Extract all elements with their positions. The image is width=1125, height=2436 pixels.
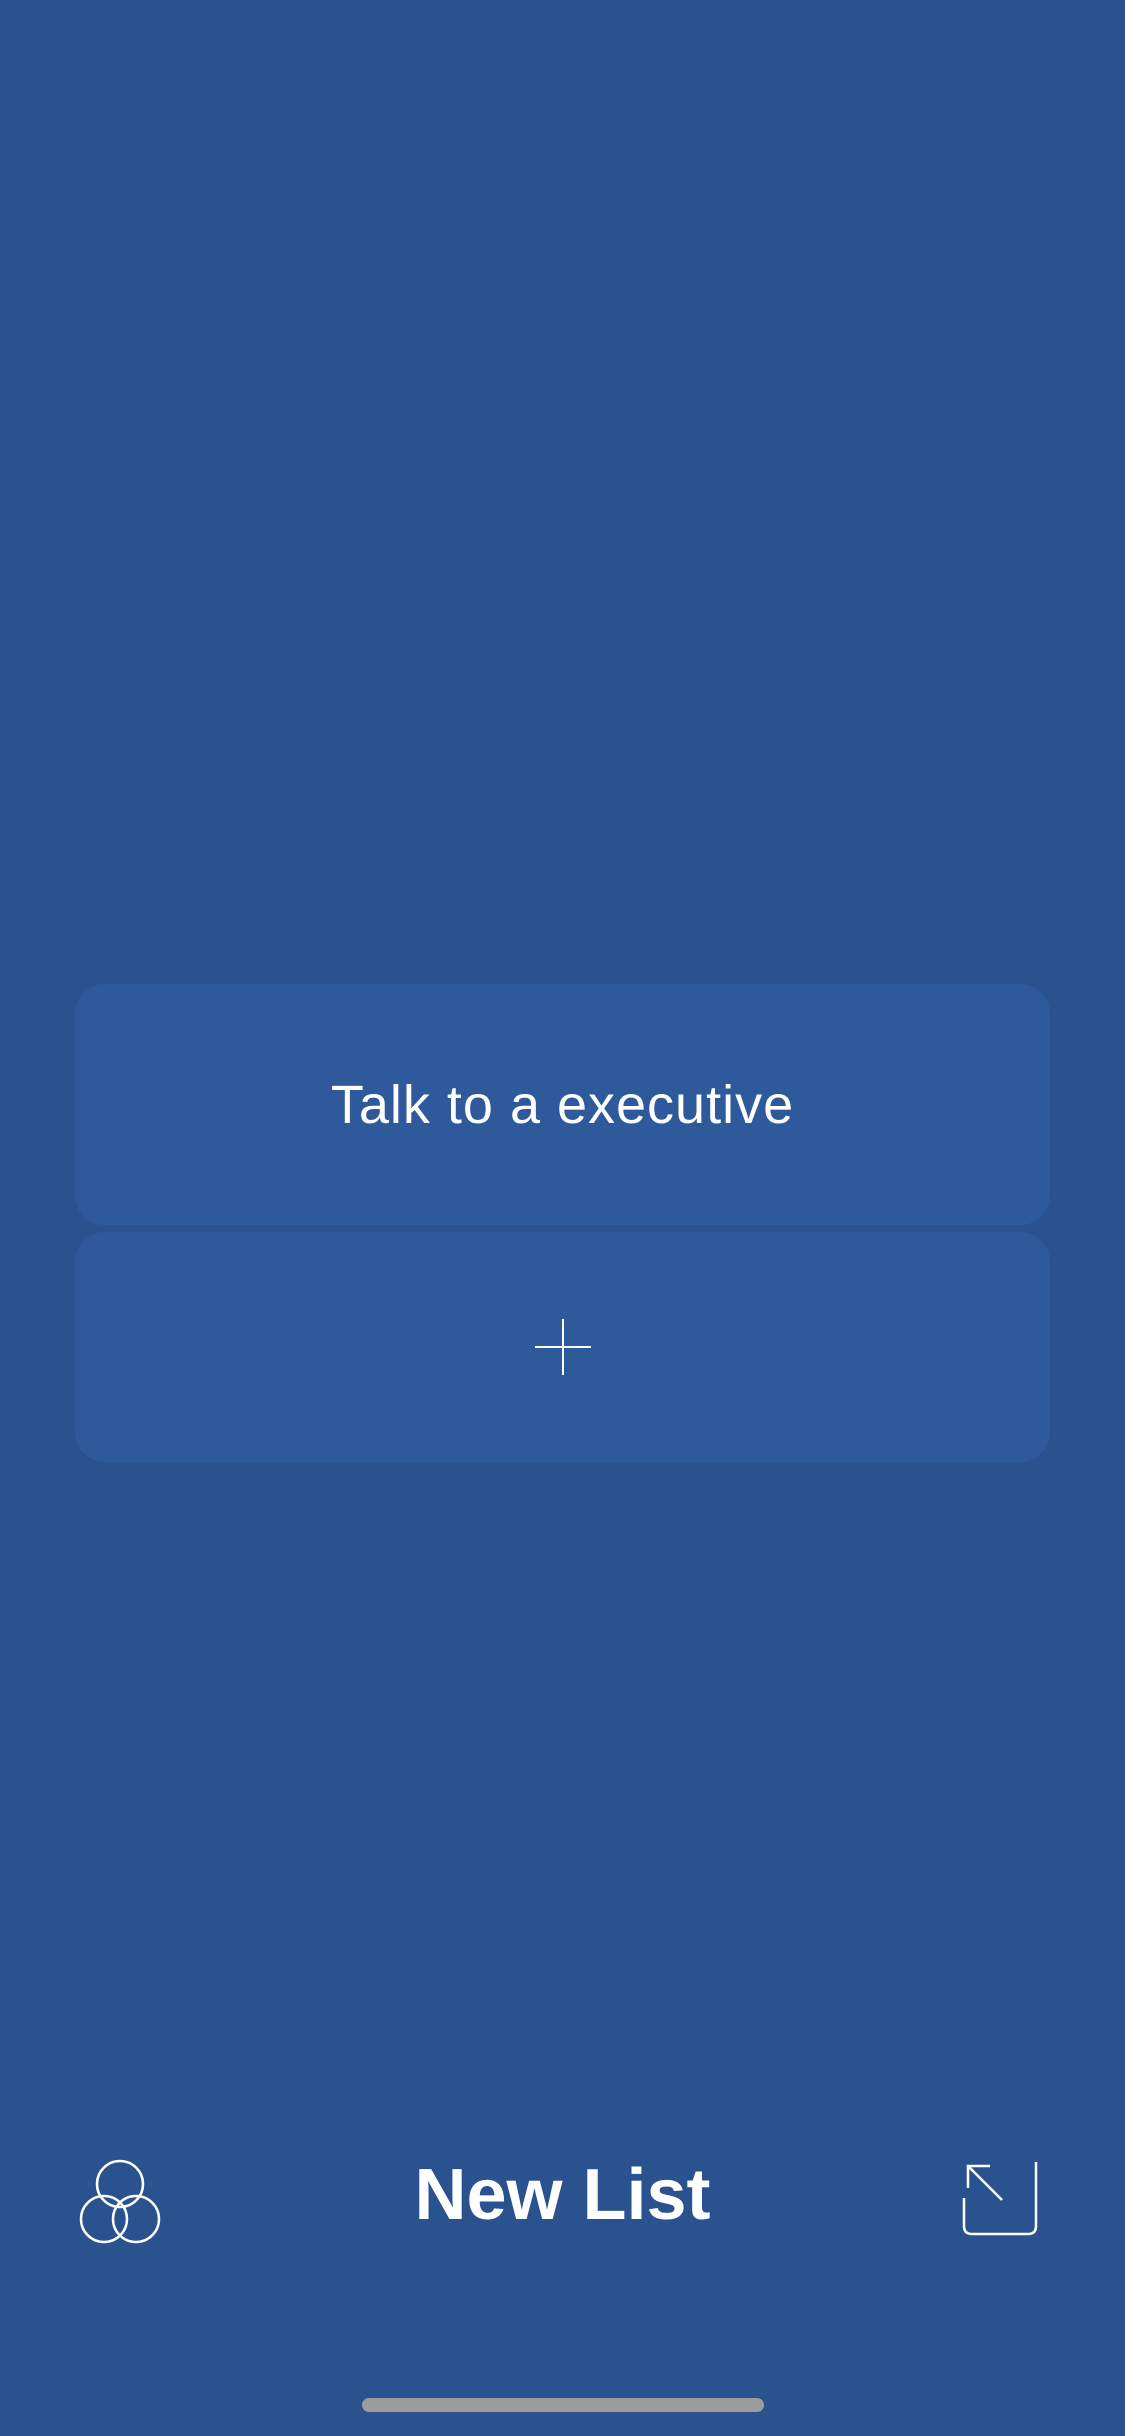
themes-button[interactable] — [70, 2154, 170, 2250]
list-item[interactable]: Talk to a executive — [75, 984, 1050, 1225]
expand-icon — [962, 2162, 1038, 2236]
bottom-bar: New List — [0, 2140, 1125, 2250]
plus-icon — [534, 1319, 591, 1375]
home-indicator[interactable] — [362, 2398, 764, 2412]
list-item-label: Talk to a executive — [330, 1074, 795, 1135]
add-item-button[interactable] — [75, 1232, 1050, 1462]
list-screen: Talk to a executive New List — [0, 0, 1125, 2436]
expand-button[interactable] — [962, 2160, 1038, 2236]
themes-icon — [79, 2159, 161, 2244]
